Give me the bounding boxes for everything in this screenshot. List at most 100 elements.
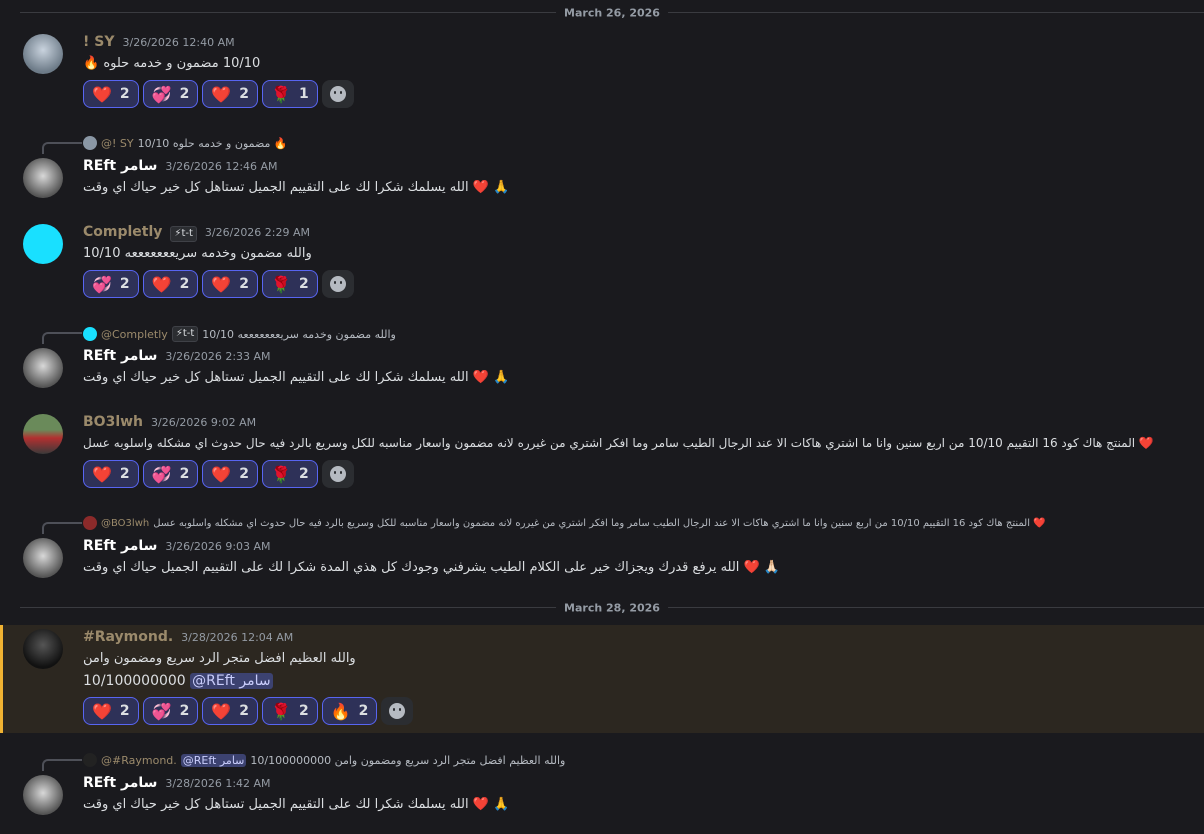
message: @! SY 10/10 مضمون و خدمه حلوه 🔥 REft سام… xyxy=(0,134,1204,206)
avatar[interactable] xyxy=(23,538,63,578)
add-reaction-button[interactable] xyxy=(381,697,414,725)
heart-icon: ❤️ xyxy=(211,274,232,294)
heart-icon: ❤️ xyxy=(211,84,232,104)
date-divider: March 26, 2026 xyxy=(20,6,1204,20)
message-mentioned: #Raymond. 3/28/2026 12:04 AM والله العظي… xyxy=(0,625,1204,733)
username[interactable]: REft سامر xyxy=(83,348,157,364)
username[interactable]: #Raymond. xyxy=(83,629,173,645)
avatar[interactable] xyxy=(23,158,63,198)
reaction-rose[interactable]: 🌹 2 xyxy=(262,270,318,298)
reactions-bar: 💞 2 ❤️ 2 ❤️ 2 🌹 2 xyxy=(83,270,354,298)
reaction-hearts[interactable]: 💞 2 xyxy=(142,460,199,488)
timestamp: 3/28/2026 1:42 AM xyxy=(165,777,271,790)
reaction-count: 2 xyxy=(239,703,250,719)
reply-spine xyxy=(42,332,82,344)
reaction-heart[interactable]: ❤️ 2 xyxy=(83,80,139,108)
reply-preview[interactable]: @BO3lwh المنتج هاك كود 16 التقييم 10/10 … xyxy=(83,516,1184,530)
reaction-count: 2 xyxy=(119,86,130,102)
avatar[interactable] xyxy=(23,629,63,669)
rose-icon: 🌹 xyxy=(271,274,291,294)
add-reaction-button[interactable] xyxy=(321,80,354,108)
message: Completly ⚡t-t 3/26/2026 2:29 AM والله م… xyxy=(0,220,1204,302)
message-text: 10/10 مضمون و خدمه حلوه 🔥 xyxy=(83,56,261,71)
reply-preview[interactable]: @! SY 10/10 مضمون و خدمه حلوه 🔥 xyxy=(83,136,288,150)
username[interactable]: REft سامر xyxy=(83,775,157,791)
reaction-count: 2 xyxy=(119,276,130,292)
timestamp: 3/26/2026 9:02 AM xyxy=(151,416,257,429)
reaction-hearts[interactable]: 💞 2 xyxy=(142,80,199,108)
timestamp: 3/26/2026 2:29 AM xyxy=(204,226,311,239)
reaction-heart[interactable]: ❤️ 2 xyxy=(202,697,259,725)
heart-icon: ❤️ xyxy=(211,464,232,484)
server-tag: ⚡t-t xyxy=(170,226,197,242)
username[interactable]: REft سامر xyxy=(83,158,157,174)
username[interactable]: BO3lwh xyxy=(83,414,143,430)
timestamp: 3/28/2026 12:04 AM xyxy=(181,631,294,644)
reaction-hearts[interactable]: 💞 2 xyxy=(83,270,139,298)
message-text: الله يسلمك شكرا لك على التقييم الجميل تس… xyxy=(83,180,510,195)
reaction-heart[interactable]: ❤️ 2 xyxy=(202,270,259,298)
timestamp: 3/26/2026 12:46 AM xyxy=(165,160,278,173)
reaction-rose[interactable]: 🌹 2 xyxy=(262,697,318,725)
add-reaction-button[interactable] xyxy=(321,460,354,488)
message-text: والله مضمون وخدمه سريعععععععه 10/10 xyxy=(83,246,312,261)
reaction-count: 2 xyxy=(298,276,309,292)
reply-spine xyxy=(42,142,82,154)
username[interactable]: Completly xyxy=(83,224,162,240)
smile-icon xyxy=(389,703,406,719)
hearts-icon: 💞 xyxy=(151,464,172,484)
smile-icon xyxy=(329,86,346,102)
avatar[interactable] xyxy=(23,414,63,454)
avatar[interactable] xyxy=(23,224,63,264)
smile-icon xyxy=(329,466,346,482)
reply-preview[interactable]: @#Raymond. @REft سامر 10/100000000 والله… xyxy=(83,753,565,767)
reaction-heart[interactable]: ❤️ 2 xyxy=(202,80,259,108)
reaction-count: 1 xyxy=(298,86,309,102)
reply-author: @! SY xyxy=(101,136,134,150)
message-text: الله يسلمك شكرا لك على التقييم الجميل تس… xyxy=(83,797,510,812)
reaction-count: 2 xyxy=(179,466,190,482)
add-reaction-button[interactable] xyxy=(321,270,354,298)
reaction-heart[interactable]: ❤️ 2 xyxy=(202,460,259,488)
reaction-heart[interactable]: ❤️ 2 xyxy=(83,460,139,488)
reaction-heart[interactable]: ❤️ 2 xyxy=(142,270,199,298)
message: ! SY 3/26/2026 12:40 AM 10/10 مضمون و خد… xyxy=(0,28,1204,118)
reply-text: 10/10 مضمون و خدمه حلوه 🔥 xyxy=(137,136,288,150)
server-tag: ⚡t-t xyxy=(171,326,199,342)
reaction-rose[interactable]: 🌹 1 xyxy=(262,80,318,108)
reactions-bar: ❤️ 2 💞 2 ❤️ 2 🌹 1 xyxy=(83,80,354,108)
heart-icon: ❤️ xyxy=(92,84,112,104)
score-text: 10/100000000 xyxy=(83,673,186,689)
reaction-count: 2 xyxy=(179,703,190,719)
reactions-bar: ❤️ 2 💞 2 ❤️ 2 🌹 2 xyxy=(83,460,354,488)
reply-preview[interactable]: @Completly ⚡t-t والله مضمون وخدمه سريععع… xyxy=(83,326,396,342)
reply-author: @Completly xyxy=(101,327,168,341)
rose-icon: 🌹 xyxy=(271,464,291,484)
date-divider-label: March 28, 2026 xyxy=(556,601,668,615)
heart-icon: ❤️ xyxy=(211,701,232,721)
message-text: الله يرفع قدرك ويجزاك خير على الكلام الط… xyxy=(83,560,781,575)
reply-text: المنتج هاك كود 16 التقييم 10/10 من اربع … xyxy=(153,517,1046,529)
user-mention[interactable]: @REft سامر xyxy=(190,673,273,689)
hearts-icon: 💞 xyxy=(151,84,172,104)
timestamp: 3/26/2026 9:03 AM xyxy=(165,540,271,553)
reply-avatar xyxy=(83,753,97,767)
reply-avatar xyxy=(83,327,97,341)
reaction-hearts[interactable]: 💞 2 xyxy=(142,697,199,725)
reply-spine xyxy=(42,522,82,534)
reaction-heart[interactable]: ❤️ 2 xyxy=(83,697,139,725)
reaction-rose[interactable]: 🌹 2 xyxy=(262,460,318,488)
reaction-count: 2 xyxy=(298,466,309,482)
username[interactable]: ! SY xyxy=(83,34,114,50)
heart-icon: ❤️ xyxy=(92,464,112,484)
avatar[interactable] xyxy=(23,34,63,74)
reactions-bar: ❤️ 2 💞 2 ❤️ 2 🌹 2 🔥 2 xyxy=(83,697,414,725)
username[interactable]: REft سامر xyxy=(83,538,157,554)
avatar[interactable] xyxy=(23,348,63,388)
avatar[interactable] xyxy=(23,775,63,815)
user-mention[interactable]: @REft سامر xyxy=(180,753,247,767)
reply-avatar xyxy=(83,516,97,530)
reaction-count: 2 xyxy=(119,466,130,482)
rose-icon: 🌹 xyxy=(271,701,291,721)
reaction-fire[interactable]: 🔥 2 xyxy=(321,697,378,725)
